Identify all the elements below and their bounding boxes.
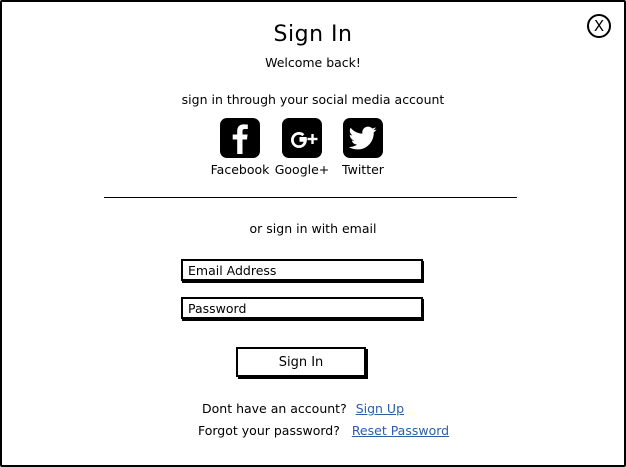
- dialog-title: Sign In: [273, 22, 353, 47]
- signup-prompt: Dont have an account?: [202, 401, 347, 416]
- twitter-label: Twitter: [342, 162, 384, 177]
- password-field[interactable]: [181, 297, 423, 319]
- facebook-icon: [220, 118, 260, 158]
- facebook-label: Facebook: [210, 162, 270, 177]
- signup-row: Dont have an account? Sign Up: [202, 401, 404, 416]
- email-field[interactable]: [181, 259, 423, 281]
- email-prompt: or sign in with email: [249, 221, 377, 236]
- twitter-icon: [343, 118, 383, 158]
- sign-in-button[interactable]: Sign In: [236, 347, 366, 377]
- google-plus-label: Google+: [274, 162, 330, 177]
- social-prompt: sign in through your social media accoun…: [181, 92, 445, 107]
- dialog-subtitle: Welcome back!: [265, 55, 361, 70]
- google-plus-button[interactable]: Google+: [270, 118, 334, 177]
- twitter-button[interactable]: Twitter: [331, 118, 395, 177]
- reset-password-link[interactable]: Reset Password: [352, 423, 449, 438]
- google-plus-icon: [282, 118, 322, 158]
- sign-up-link[interactable]: Sign Up: [356, 401, 404, 416]
- divider: [104, 197, 517, 198]
- reset-row: Forgot your password? Reset Password: [198, 423, 449, 438]
- reset-prompt: Forgot your password?: [198, 423, 340, 438]
- facebook-button[interactable]: Facebook: [208, 118, 272, 177]
